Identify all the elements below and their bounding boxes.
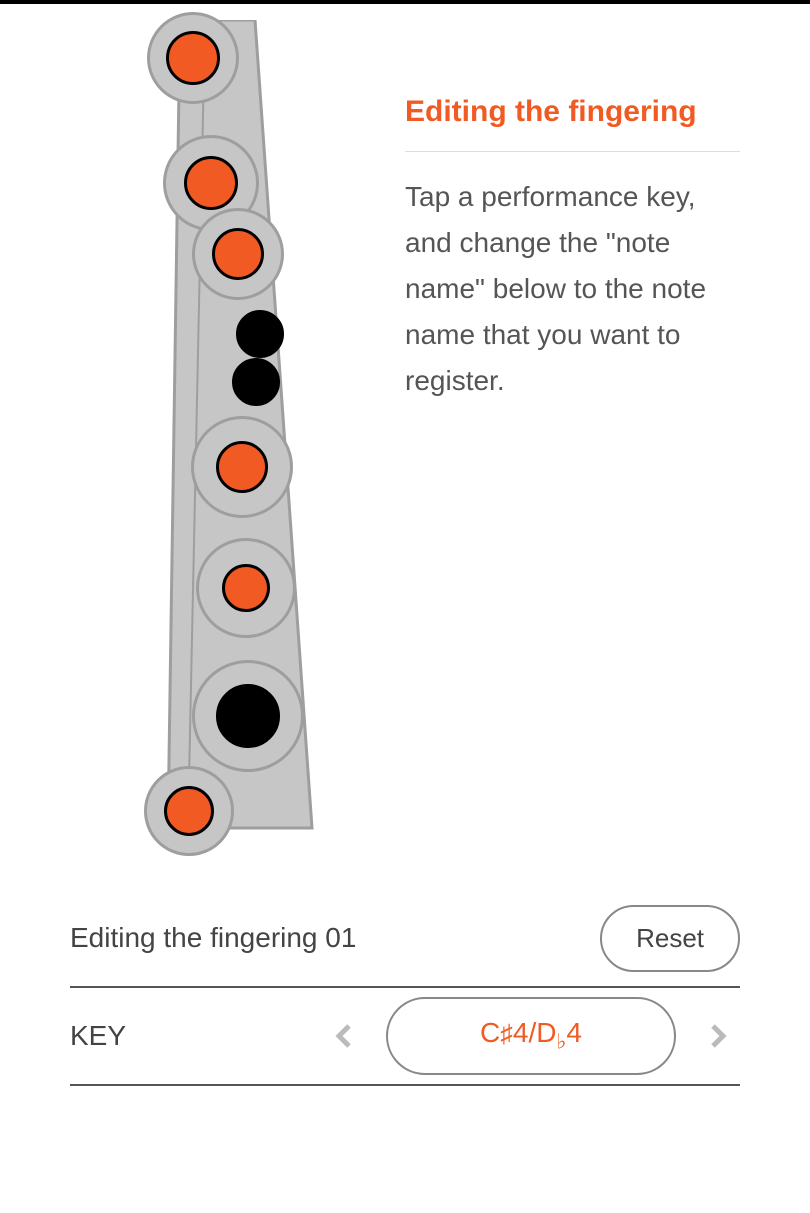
panel-title: Editing the fingering: [405, 95, 740, 152]
hole-7[interactable]: [222, 564, 270, 612]
next-note-button[interactable]: [696, 1014, 740, 1058]
hole-9-foot[interactable]: [164, 786, 214, 836]
key-label: KEY: [70, 1020, 126, 1052]
hole-3[interactable]: [212, 228, 264, 280]
status-row: Editing the fingering 01 Reset: [70, 890, 740, 986]
hole-5-small[interactable]: [232, 358, 280, 406]
chevron-right-icon: [703, 1021, 733, 1051]
status-label: Editing the fingering 01: [70, 922, 356, 954]
controls-section: Editing the fingering 01 Reset KEY C♯4/D…: [70, 890, 740, 1086]
hole-1-thumb[interactable]: [166, 31, 220, 85]
info-panel: Editing the fingering Tap a performance …: [405, 95, 740, 404]
hole-2[interactable]: [184, 156, 238, 210]
window-top-border: [0, 0, 810, 4]
hole-8[interactable]: [216, 684, 280, 748]
prev-note-button[interactable]: [322, 1014, 366, 1058]
panel-body: Tap a performance key, and change the "n…: [405, 174, 740, 404]
hole-4-small[interactable]: [236, 310, 284, 358]
fingering-diagram: [150, 20, 360, 850]
note-name-text: C♯4/D♭4: [480, 1017, 582, 1048]
chevron-left-icon: [329, 1021, 359, 1051]
key-row-container: KEY C♯4/D♭4: [70, 988, 740, 1084]
hole-6[interactable]: [216, 441, 268, 493]
note-name-button[interactable]: C♯4/D♭4: [386, 997, 676, 1075]
divider-2: [70, 1084, 740, 1086]
reset-button[interactable]: Reset: [600, 905, 740, 972]
